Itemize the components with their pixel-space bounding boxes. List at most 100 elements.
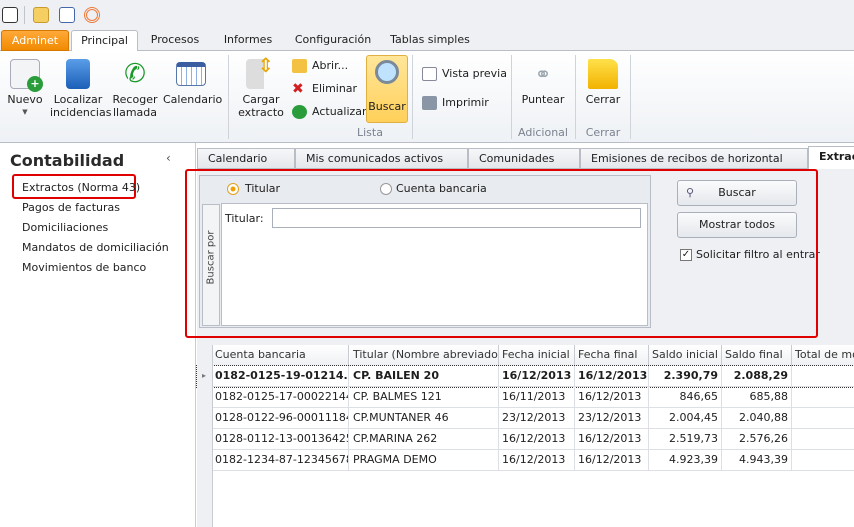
table-cell: CP. BALMES 121: [350, 387, 499, 408]
tab-informes[interactable]: Informes: [215, 30, 281, 51]
broadcast-icon[interactable]: [84, 7, 100, 23]
column-header[interactable]: Fecha inicial: [499, 345, 575, 366]
table-cell: 0182-0125-17-0002214444: [212, 387, 349, 408]
abrir-button[interactable]: Abrir...: [292, 57, 348, 75]
recoger-llamada-button[interactable]: ✆ Recoger llamada: [110, 59, 160, 119]
table-row[interactable]: 0128-0112-13-0013642587CP.MARINA 26216/1…: [197, 429, 854, 450]
table-cell: 846,65: [649, 387, 722, 408]
tasks-icon[interactable]: [59, 7, 75, 23]
doc-tab-emisiones[interactable]: Emisiones de recibos de horizontal: [580, 148, 808, 169]
table-cell: CP. BAILEN 20: [350, 366, 499, 387]
table-cell: CP.MARINA 262: [350, 429, 499, 450]
table-cell: 2.390,79: [649, 366, 722, 387]
phone-call-icon: ✆: [124, 59, 146, 89]
table-row[interactable]: 0182-1234-87-1234567899PRAGMA DEMO16/12/…: [197, 450, 854, 471]
table-cell: 23/12/2013: [499, 408, 575, 429]
table-cell: 16/12/2013: [499, 450, 575, 471]
table-cell: [792, 366, 854, 387]
actualizar-button[interactable]: Actualizar: [292, 103, 367, 121]
ribbon-tabs: Adminet Principal Procesos Informes Conf…: [0, 30, 854, 52]
table-cell: 16/12/2013: [575, 366, 649, 387]
tab-adminet[interactable]: Adminet: [1, 30, 69, 51]
eliminar-button[interactable]: ✖ Eliminar: [292, 80, 357, 98]
file-cabinet-icon: [66, 59, 90, 89]
nuevo-button[interactable]: + Nuevo ▼: [4, 59, 46, 119]
table-cell: [792, 387, 854, 408]
tab-principal[interactable]: Principal: [71, 30, 138, 52]
sidebar: Contabilidad ‹ Extractos (Norma 43) Pago…: [0, 143, 196, 527]
localizar-incidencias-button[interactable]: Localizar incidencias: [50, 59, 111, 119]
collapse-chevron-icon[interactable]: ‹: [166, 151, 171, 165]
puntear-button[interactable]: ⚭ Puntear: [516, 59, 570, 106]
column-header[interactable]: Saldo inicial: [649, 345, 722, 366]
sidebar-item-extractos[interactable]: Extractos (Norma 43): [22, 181, 140, 194]
grid-header: Cuenta bancaria Titular (Nombre abreviado…: [197, 345, 854, 366]
folder-exit-icon: [588, 59, 618, 89]
table-cell: 16/11/2013: [499, 387, 575, 408]
table-cell: 2.519,73: [649, 429, 722, 450]
sidebar-item-mandatos[interactable]: Mandatos de domiciliación: [22, 241, 169, 254]
column-header[interactable]: Titular (Nombre abreviado): [350, 345, 499, 366]
vista-previa-button[interactable]: Vista previa: [422, 65, 507, 83]
load-n43-icon: ⇕: [246, 55, 276, 89]
phone-home-icon[interactable]: [2, 7, 18, 23]
table-cell: 0128-0112-13-0013642587: [212, 429, 349, 450]
refresh-icon: [292, 105, 307, 119]
table-cell: PRAGMA DEMO: [350, 450, 499, 471]
sidebar-item-domiciliaciones[interactable]: Domiciliaciones: [22, 221, 108, 234]
table-cell: 16/12/2013: [499, 366, 575, 387]
sidebar-item-movimientos[interactable]: Movimientos de banco: [22, 261, 146, 274]
table-cell: CP.MUNTANER 46: [350, 408, 499, 429]
annotation-highlight: [185, 169, 818, 338]
tab-configuracion[interactable]: Configuración: [290, 30, 376, 51]
table-cell: [792, 408, 854, 429]
column-header[interactable]: Saldo final: [722, 345, 792, 366]
table-row[interactable]: ▸ 0182-0125-19-01214... CP. BAILEN 20 16/12…: [196, 365, 854, 388]
table-cell: 0182-0125-19-01214...: [212, 366, 349, 387]
imprimir-button[interactable]: Imprimir: [422, 94, 489, 112]
doc-tab-comunicados[interactable]: Mis comunicados activos: [295, 148, 468, 169]
column-header[interactable]: Fecha final: [575, 345, 649, 366]
table-cell: [792, 429, 854, 450]
cargar-extracto-button[interactable]: ⇕ Cargar extracto: [236, 55, 286, 119]
table-cell: 2.088,29: [722, 366, 792, 387]
table-cell: [792, 450, 854, 471]
chain-link-icon: ⚭: [534, 62, 552, 86]
folder-open-icon: [292, 59, 307, 73]
sidebar-item-pagos-facturas[interactable]: Pagos de facturas: [22, 201, 120, 214]
column-header[interactable]: Total de mov: [792, 345, 854, 366]
table-row[interactable]: 0128-0122-96-0001118444CP.MUNTANER 4623/…: [197, 408, 854, 429]
mail-icon[interactable]: [33, 7, 49, 23]
doc-tab-calendario[interactable]: Calendario: [197, 148, 295, 169]
delete-x-icon: ✖: [292, 81, 304, 97]
table-cell: 2.040,88: [722, 408, 792, 429]
buscar-ribbon-button[interactable]: Buscar: [366, 55, 408, 123]
table-cell: 0182-1234-87-1234567899: [212, 450, 349, 471]
calendario-button[interactable]: Calendario: [163, 59, 222, 106]
table-cell: 23/12/2013: [575, 408, 649, 429]
table-cell: 16/12/2013: [499, 429, 575, 450]
table-cell: 2.576,26: [722, 429, 792, 450]
doc-tab-extractos[interactable]: Extractos: [808, 146, 854, 169]
print-preview-icon: [422, 67, 437, 81]
sidebar-title: Contabilidad: [10, 151, 125, 170]
tab-tablas-simples[interactable]: Tablas simples: [385, 30, 475, 51]
cerrar-button[interactable]: Cerrar: [580, 59, 626, 106]
table-cell: 16/12/2013: [575, 429, 649, 450]
ribbon: + Nuevo ▼ Localizar incidencias ✆ Recoger l…: [0, 51, 854, 143]
table-cell: 16/12/2013: [575, 450, 649, 471]
doc-tab-comunidades[interactable]: Comunidades: [468, 148, 580, 169]
current-row-arrow-icon: ▸: [202, 371, 207, 380]
table-row[interactable]: 0182-0125-17-0002214444CP. BALMES 12116/…: [197, 387, 854, 408]
table-cell: 4.923,39: [649, 450, 722, 471]
table-cell: 0128-0122-96-0001118444: [212, 408, 349, 429]
table-cell: 685,88: [722, 387, 792, 408]
calendar-icon: [176, 62, 206, 86]
column-header[interactable]: Cuenta bancaria: [212, 345, 349, 366]
table-cell: 16/12/2013: [575, 387, 649, 408]
tab-procesos[interactable]: Procesos: [140, 30, 210, 51]
table-cell: 2.004,45: [649, 408, 722, 429]
magnifier-icon: [375, 60, 399, 84]
printer-icon: [422, 96, 437, 110]
table-cell: 4.943,39: [722, 450, 792, 471]
